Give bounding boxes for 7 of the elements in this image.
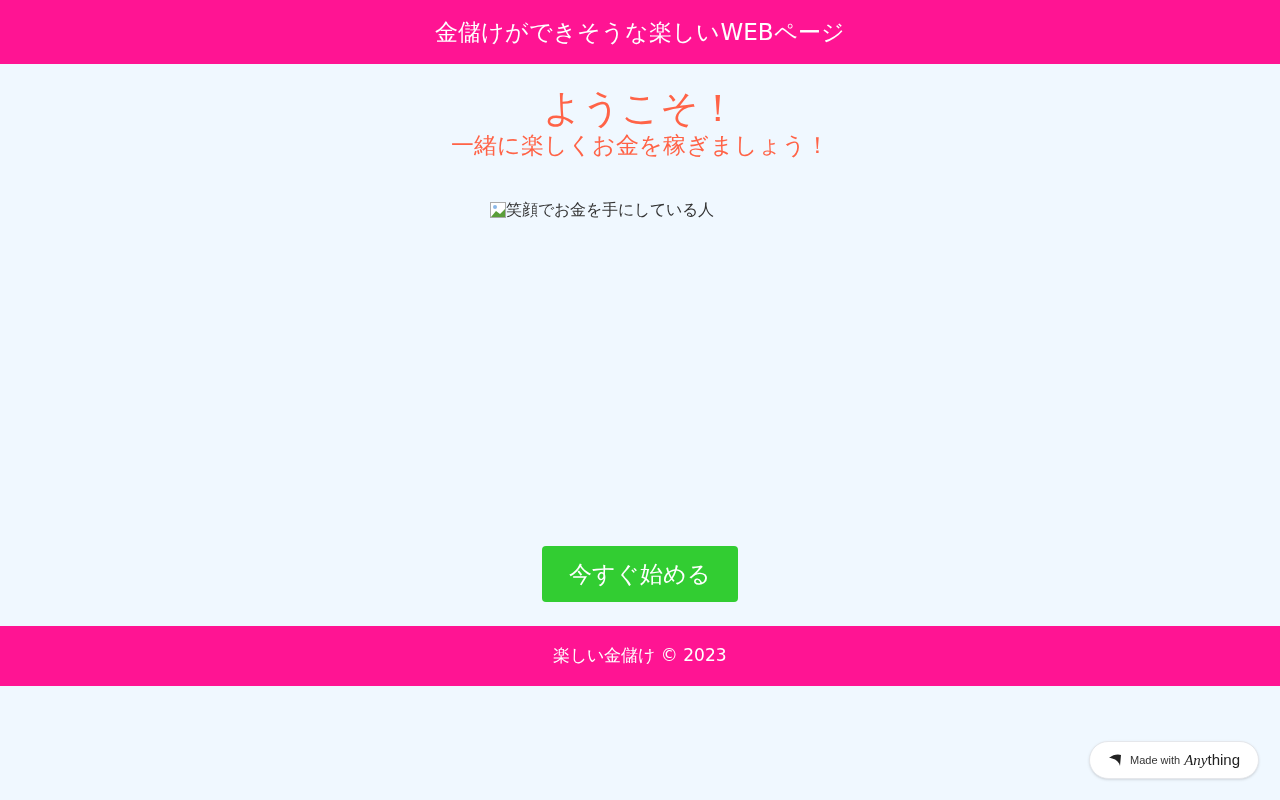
brand-logo-text: Anything	[1184, 749, 1240, 770]
welcome-heading: ようこそ！	[543, 86, 737, 130]
welcome-subheading: 一緒に楽しくお金を稼ぎましょう！	[451, 131, 829, 160]
image-alt-text: 笑顔でお金を手にしている人	[506, 199, 714, 221]
header-title: 金儲けができそうな楽しいWEBページ	[435, 17, 845, 47]
made-with-badge[interactable]: Made with Anything	[1089, 741, 1259, 779]
footer-text: 楽しい金儲け © 2023	[553, 644, 727, 668]
